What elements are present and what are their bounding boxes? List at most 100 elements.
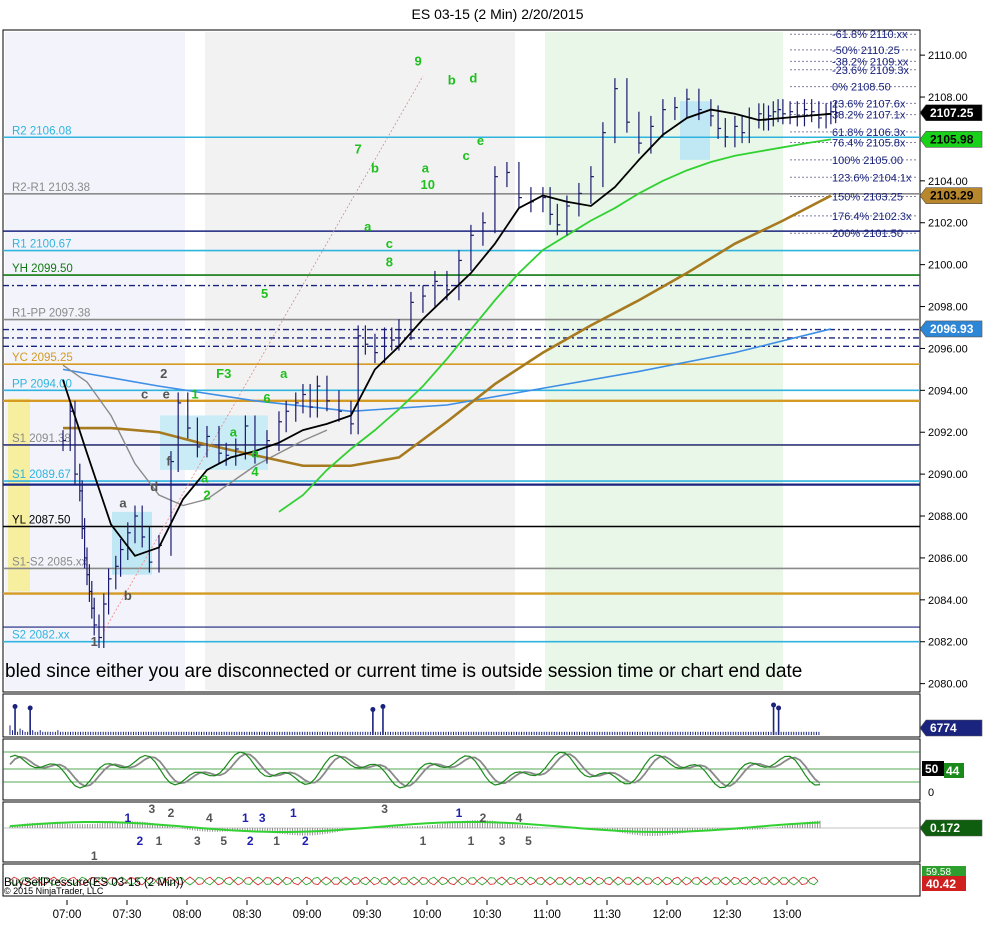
y-tick-label: 2086.00 [928, 553, 968, 565]
y-tick-label: 2084.00 [928, 595, 968, 607]
stochastic-panel [2, 738, 921, 801]
macd-wave-label: 1 [468, 834, 475, 848]
x-tick-label: 08:00 [173, 909, 202, 921]
wave-label: a [119, 496, 127, 511]
wave-label: e [163, 387, 170, 402]
macd-wave-label: 4 [516, 811, 523, 825]
macd-wave-label: 2 [480, 811, 487, 825]
y-tick-label: 2082.00 [928, 637, 968, 649]
fib-level-label: 200% 2101.50 [832, 228, 903, 240]
x-tick-label: 07:30 [113, 909, 142, 921]
price-badge: 2096.93 [930, 322, 974, 336]
wave-label: 1 [91, 634, 98, 649]
wave-label: e [477, 133, 484, 148]
y-tick-label: 2094.00 [928, 385, 968, 397]
macd-wave-label: 1 [156, 834, 163, 848]
wave-label: 6 [263, 391, 270, 406]
highlight-box-cyan-1 [112, 511, 152, 575]
fib-level-label: -23.6% 2109.3x [832, 65, 910, 77]
reference-line-label: S1 2089.67 [12, 469, 71, 481]
fib-level-label: 123.6% 2104.1x [832, 172, 912, 184]
fib-level-label: -61.8% 2110.xx [832, 29, 908, 41]
fib-level-label: 176.4% 2102.3x [832, 211, 912, 223]
fib-level-label: 23.6% 2107.6x [832, 98, 906, 110]
macd-badge: 0.172 [930, 821, 960, 835]
x-tick-label: 13:00 [773, 909, 802, 921]
volume-spike-dot [370, 707, 376, 712]
wave-label: 2 [160, 366, 167, 381]
wave-label: c [141, 387, 148, 402]
macd-wave-label: 2 [247, 834, 254, 848]
wave-label: c [386, 236, 393, 251]
wave-label: 8 [386, 255, 393, 270]
macd-wave-label: 1 [273, 834, 280, 848]
wave-label: a [422, 160, 430, 175]
macd-wave-label: 1 [91, 849, 98, 863]
y-tick-label: 2088.00 [928, 511, 968, 523]
x-tick-label: 08:30 [233, 909, 262, 921]
wave-label: b [448, 72, 456, 87]
y-tick-label: 2096.00 [928, 343, 968, 355]
reference-line-label: YC 2095.25 [12, 352, 73, 364]
volume-spike-dot [771, 702, 777, 708]
wave-label: b [371, 160, 379, 175]
fib-level-label: 38.2% 2107.1x [832, 110, 906, 122]
wave-label: 1 [191, 387, 198, 402]
x-tick-label: 11:00 [533, 909, 561, 921]
x-tick-label: 12:30 [713, 909, 742, 921]
wave-label: d [469, 70, 477, 85]
price-badge: 2107.25 [930, 106, 974, 120]
wave-label: 5 [261, 286, 268, 301]
y-tick-label: 2108.00 [928, 92, 968, 104]
y-tick-label: 2098.00 [928, 302, 968, 314]
wave-label: a [251, 445, 259, 460]
macd-wave-label: 2 [136, 834, 143, 848]
reference-line-label: S1 2091.38 [12, 433, 71, 445]
wave-label: F3 [216, 366, 231, 381]
stochastic-badge-top: 50 [925, 762, 939, 776]
price-badge: 2105.98 [930, 132, 974, 146]
reference-line-label: R1-PP 2097.38 [12, 308, 90, 320]
y-tick-label: 2092.00 [928, 427, 968, 439]
y-tick-label: 2080.00 [928, 679, 968, 691]
price-badge: 2103.29 [930, 189, 974, 203]
fib-level-label: 0% 2108.50 [832, 82, 891, 94]
reference-line-label: YH 2099.50 [12, 263, 73, 275]
x-tick-label: 12:00 [653, 909, 682, 921]
stochastic-zero-label: 0 [928, 787, 934, 799]
reference-line-label: S2 2082.xx [12, 630, 70, 642]
wave-label: a [230, 424, 238, 439]
trading-chart[interactable]: 2110.002108.002106.002104.002102.002100.… [0, 0, 995, 950]
x-tick-label: 09:00 [293, 909, 322, 921]
volume-spike-dot [12, 704, 18, 709]
volume-badge: 6774 [930, 721, 957, 735]
session-shade-mid [205, 32, 515, 690]
y-tick-label: 2090.00 [928, 469, 968, 481]
macd-wave-label: 3 [381, 802, 388, 816]
macd-wave-label: 1 [124, 811, 131, 825]
volume-panel [2, 693, 921, 738]
wave-label: a [364, 219, 372, 234]
reference-line-label: R2 2106.08 [12, 125, 71, 137]
fib-level-label: -50% 2110.25 [832, 45, 900, 57]
reference-line-label: YL 2087.50 [12, 515, 70, 527]
x-tick-label: 09:30 [353, 909, 382, 921]
volume-spike-dot [776, 705, 782, 711]
macd-wave-label: 1 [290, 806, 297, 820]
reference-line-label: R1 2100.67 [12, 239, 71, 251]
highlight-box-cyan-2 [160, 415, 268, 470]
session-message: bled since either you are disconnected o… [5, 661, 802, 682]
x-tick-label: 11:30 [593, 909, 621, 921]
reference-line-label: R2-R1 2103.38 [12, 182, 90, 194]
wave-label: 2 [203, 487, 210, 502]
session-shade-late [545, 32, 783, 690]
copyright-text: © 2015 NinjaTrader, LLC [4, 886, 104, 896]
y-tick-label: 2100.00 [928, 260, 968, 272]
highlight-box-cyan-3 [680, 101, 710, 160]
macd-wave-label: 3 [499, 834, 506, 848]
y-tick-label: 2102.00 [928, 218, 968, 230]
macd-wave-label: 3 [148, 802, 155, 816]
macd-wave-label: 1 [420, 834, 427, 848]
x-tick-label: 07:00 [53, 909, 82, 921]
macd-wave-label: 2 [168, 806, 175, 820]
